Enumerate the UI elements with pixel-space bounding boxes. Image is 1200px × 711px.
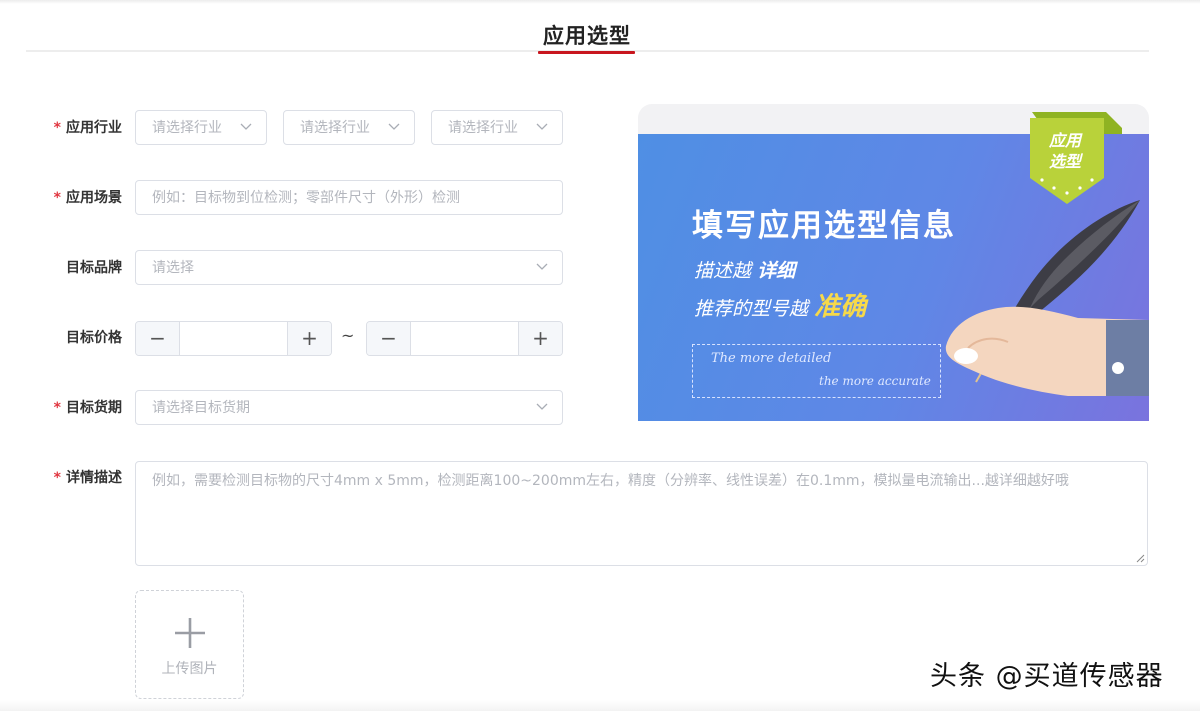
details-label-text: 详情描述 xyxy=(66,470,122,486)
delivery-select[interactable]: 请选择目标货期 xyxy=(135,390,563,425)
price-max-decrement-button[interactable]: − xyxy=(367,322,411,355)
industry-select-1[interactable]: 请选择行业 xyxy=(135,110,267,145)
banner-english-2: the more accurate xyxy=(819,374,931,388)
ribbon-line-1: 应用 xyxy=(1048,131,1081,150)
banner-line-1-emphasis: 详细 xyxy=(757,260,796,282)
delivery-label-text: 目标货期 xyxy=(66,400,122,416)
page-title: 应用选型 xyxy=(543,24,631,48)
industry-label-text: 应用行业 xyxy=(66,120,122,136)
delivery-select-placeholder: 请选择目标货期 xyxy=(152,400,250,416)
industry-label: * 应用行业 xyxy=(30,118,122,138)
active-tab-underline xyxy=(538,51,635,54)
brand-select-placeholder: 请选择 xyxy=(152,260,194,276)
price-max-increment-button[interactable]: + xyxy=(518,322,562,355)
details-textarea[interactable]: 例如，需要检测目标物的尺寸4mm x 5mm，检测距离100~200mm左右，精… xyxy=(135,461,1148,566)
brand-select[interactable]: 请选择 xyxy=(135,250,563,285)
industry-select-3[interactable]: 请选择行业 xyxy=(431,110,563,145)
price-label: 目标价格 xyxy=(66,330,122,346)
chevron-down-icon xyxy=(536,123,548,130)
price-max-stepper[interactable]: − + xyxy=(366,321,563,356)
watermark-text: 头条 @买道传感器 xyxy=(930,661,1164,692)
plus-icon xyxy=(175,618,205,648)
chevron-down-icon xyxy=(536,403,548,410)
scenario-input-placeholder: 例如：目标物到位检测；零部件尺寸（外形）检测 xyxy=(152,190,460,206)
upload-label: 上传图片 xyxy=(161,661,218,677)
chevron-down-icon xyxy=(536,263,548,270)
required-mark: * xyxy=(53,400,61,416)
upload-image-button[interactable]: 上传图片 xyxy=(135,590,244,699)
scenario-label: * 应用场景 xyxy=(30,188,122,208)
banner-line-2: 推荐的型号越 准确 xyxy=(694,286,866,323)
bottom-shadow xyxy=(0,700,1200,711)
scenario-label-text: 应用场景 xyxy=(66,190,122,206)
banner-line-1-prefix: 描述越 xyxy=(694,260,752,282)
resize-handle-icon[interactable] xyxy=(1136,554,1145,563)
brand-label: 目标品牌 xyxy=(66,260,122,276)
price-min-decrement-button[interactable]: − xyxy=(136,322,180,355)
delivery-label: * 目标货期 xyxy=(30,398,122,418)
industry-select-1-placeholder: 请选择行业 xyxy=(152,120,222,136)
chevron-down-icon xyxy=(388,123,400,130)
hand-quill-icon xyxy=(945,200,1149,396)
scenario-input[interactable]: 例如：目标物到位检测；零部件尺寸（外形）检测 xyxy=(135,180,563,215)
price-min-stepper[interactable]: − + xyxy=(135,321,332,356)
industry-select-2[interactable]: 请选择行业 xyxy=(283,110,415,145)
required-mark: * xyxy=(53,470,61,486)
banner-english-1: The more detailed xyxy=(711,351,832,366)
details-textarea-placeholder: 例如，需要检测目标物的尺寸4mm x 5mm，检测距离100~200mm左右，精… xyxy=(152,473,1069,489)
banner-line-2-prefix: 推荐的型号越 xyxy=(694,298,809,320)
required-mark: * xyxy=(53,190,61,206)
details-label: * 详情描述 xyxy=(30,468,122,488)
industry-select-3-placeholder: 请选择行业 xyxy=(448,120,518,136)
price-range-separator: ~ xyxy=(341,326,355,345)
chevron-down-icon xyxy=(240,123,252,130)
banner-english-box: The more detailed the more accurate xyxy=(692,344,941,398)
industry-select-2-placeholder: 请选择行业 xyxy=(300,120,370,136)
required-mark: * xyxy=(53,120,61,136)
top-shadow xyxy=(0,0,1200,4)
banner-line-2-accent: 准确 xyxy=(814,292,867,322)
ribbon-text: 应用 选型 xyxy=(1036,130,1094,172)
banner-headline: 填写应用选型信息 xyxy=(692,208,956,244)
price-min-increment-button[interactable]: + xyxy=(287,322,331,355)
promo-banner: 应用 选型 填写应用选型信息 描述越 详细 推荐的型号越 准确 The more… xyxy=(638,104,1149,421)
banner-line-1: 描述越 详细 xyxy=(694,256,795,283)
ribbon-line-2: 选型 xyxy=(1048,152,1081,171)
